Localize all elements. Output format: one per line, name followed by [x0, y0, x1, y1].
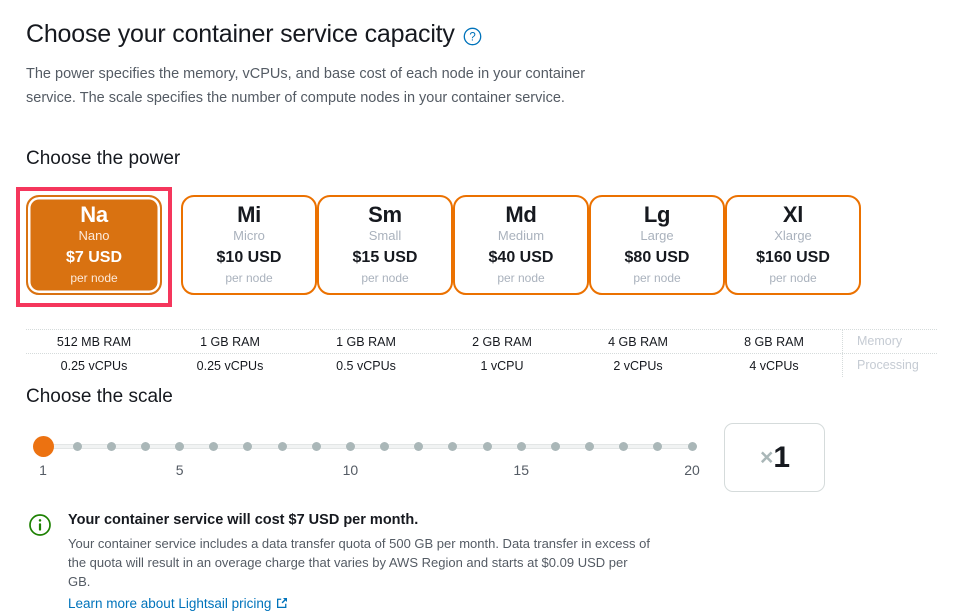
power-card-name: Large: [640, 228, 674, 244]
spec-cell: 0.25 vCPUs: [196, 358, 264, 373]
slider-dot[interactable]: [277, 442, 287, 451]
spec-row-label: Memory: [842, 330, 942, 353]
power-card-price: $10 USD: [216, 249, 282, 267]
info-description: Your container service includes a data t…: [68, 535, 650, 589]
slider-dot[interactable]: [482, 442, 492, 451]
slider-thumb[interactable]: [32, 436, 54, 457]
slider-tick-label: 1: [39, 462, 47, 478]
power-card-unit: per node: [497, 271, 545, 286]
slider-dot[interactable]: [687, 442, 697, 451]
slider-tick-label: 10: [342, 462, 359, 478]
power-card-unit: per node: [633, 271, 681, 286]
slider-dot[interactable]: [516, 442, 526, 451]
slider-dot[interactable]: [243, 442, 253, 451]
cost-info-banner: Your container service will cost $7 USD …: [28, 510, 668, 613]
power-card-name: Medium: [497, 228, 545, 244]
spec-cell: 1 GB RAM: [336, 334, 396, 349]
power-card-slot-nano: Na Nano $7 USD per node: [16, 187, 172, 307]
spec-cell: 4 GB RAM: [608, 334, 668, 349]
power-card-abbr: Lg: [643, 202, 671, 228]
external-link-icon: [276, 597, 288, 609]
slider-dot[interactable]: [311, 442, 321, 451]
slider-dot[interactable]: [653, 442, 663, 451]
info-body: Your container service will cost $7 USD …: [68, 510, 668, 613]
scale-multiplier-box: × 1: [724, 423, 825, 492]
power-card-slot-micro: Mi Micro $10 USD per node: [181, 195, 317, 295]
slider-dot[interactable]: [550, 442, 560, 451]
capacity-page: Choose your container service capacity ?…: [0, 0, 963, 614]
power-card-unit: per node: [769, 271, 817, 286]
power-card-unit: per node: [225, 271, 273, 286]
slider-dot[interactable]: [619, 442, 629, 451]
power-card-price: $80 USD: [624, 249, 690, 267]
power-card-name: Nano: [78, 228, 110, 244]
slider-dot[interactable]: [140, 442, 150, 451]
power-card-slot-large: Lg Large $80 USD per node: [589, 195, 725, 295]
slider-dot[interactable]: [175, 442, 185, 451]
spec-cell: 0.25 vCPUs: [60, 358, 128, 373]
scale-slider[interactable]: 1 5 10 15 20: [26, 430, 706, 490]
power-card-unit: per node: [361, 271, 409, 286]
power-card-micro[interactable]: Mi Micro $10 USD per node: [181, 195, 317, 295]
spec-cell: 4 vCPUs: [749, 358, 799, 373]
power-card-abbr: Xl: [782, 202, 804, 228]
lightsail-pricing-link[interactable]: Learn more about Lightsail pricing: [68, 596, 288, 611]
power-card-slot-medium: Md Medium $40 USD per node: [453, 195, 589, 295]
page-title-text: Choose your container service capacity: [26, 20, 455, 48]
power-card-name: Xlarge: [774, 228, 812, 244]
power-card-abbr: Mi: [237, 202, 261, 228]
power-card-price: $40 USD: [488, 249, 554, 267]
power-card-abbr: Md: [505, 202, 537, 228]
slider-dot[interactable]: [414, 442, 424, 451]
slider-dot[interactable]: [448, 442, 458, 451]
slider-dot[interactable]: [345, 442, 355, 451]
power-card-price: $7 USD: [65, 249, 123, 267]
link-label: Learn more about Lightsail pricing: [68, 595, 272, 611]
multiplier-symbol: ×: [759, 444, 774, 470]
power-card-price: $15 USD: [352, 249, 418, 267]
spec-cell: 1 GB RAM: [200, 334, 260, 349]
spec-cell: 2 GB RAM: [472, 334, 532, 349]
power-card-abbr: Sm: [368, 202, 402, 228]
power-card-price: $160 USD: [756, 249, 830, 267]
page-title: Choose your container service capacity ?: [26, 20, 482, 49]
power-card-unit: per node: [70, 271, 118, 286]
power-card-small[interactable]: Sm Small $15 USD per node: [317, 195, 453, 295]
power-section-heading: Choose the power: [26, 148, 181, 169]
spec-cell: 8 GB RAM: [744, 334, 804, 349]
power-card-name: Small: [368, 228, 402, 244]
slider-dot[interactable]: [209, 442, 219, 451]
specs-row-processing: 0.25 vCPUs 0.25 vCPUs 0.5 vCPUs 1 vCPU 2…: [26, 354, 937, 377]
power-card-nano[interactable]: Na Nano $7 USD per node: [26, 195, 162, 295]
svg-text:?: ?: [469, 32, 475, 44]
power-card-abbr: Na: [80, 202, 108, 228]
intro-paragraph: The power specifies the memory, vCPUs, a…: [26, 66, 586, 106]
specs-row-memory: 512 MB RAM 1 GB RAM 1 GB RAM 2 GB RAM 4 …: [26, 330, 937, 354]
slider-dot[interactable]: [106, 442, 116, 451]
slider-tick-label: 5: [175, 462, 184, 478]
spec-cell: 512 MB RAM: [56, 334, 132, 349]
info-circle-icon: [28, 513, 52, 537]
power-card-slot-xlarge: Xl Xlarge $160 USD per node: [725, 195, 861, 295]
spec-cell: 1 vCPU: [480, 358, 524, 373]
slider-dot[interactable]: [72, 442, 82, 451]
multiplier-value: 1: [773, 440, 790, 474]
slider-dot[interactable]: [585, 442, 595, 451]
power-cards-row: Na Nano $7 USD per node Mi Micro $10 USD…: [16, 187, 937, 317]
help-circle-icon[interactable]: ?: [463, 27, 482, 46]
power-card-slot-small: Sm Small $15 USD per node: [317, 195, 453, 295]
spec-cell: 2 vCPUs: [613, 358, 663, 373]
specs-table: 512 MB RAM 1 GB RAM 1 GB RAM 2 GB RAM 4 …: [26, 329, 937, 377]
slider-tick-label: 20: [684, 462, 700, 478]
power-card-xlarge[interactable]: Xl Xlarge $160 USD per node: [725, 195, 861, 295]
power-card-medium[interactable]: Md Medium $40 USD per node: [453, 195, 589, 295]
info-title: Your container service will cost $7 USD …: [68, 512, 419, 528]
power-card-large[interactable]: Lg Large $80 USD per node: [589, 195, 725, 295]
slider-tick-label: 15: [513, 462, 529, 478]
slider-dot[interactable]: [380, 442, 390, 451]
spec-cell: 0.5 vCPUs: [336, 358, 396, 373]
spec-row-label: Processing: [842, 354, 942, 377]
power-card-name: Micro: [233, 228, 265, 244]
scale-section-heading: Choose the scale: [26, 386, 173, 407]
